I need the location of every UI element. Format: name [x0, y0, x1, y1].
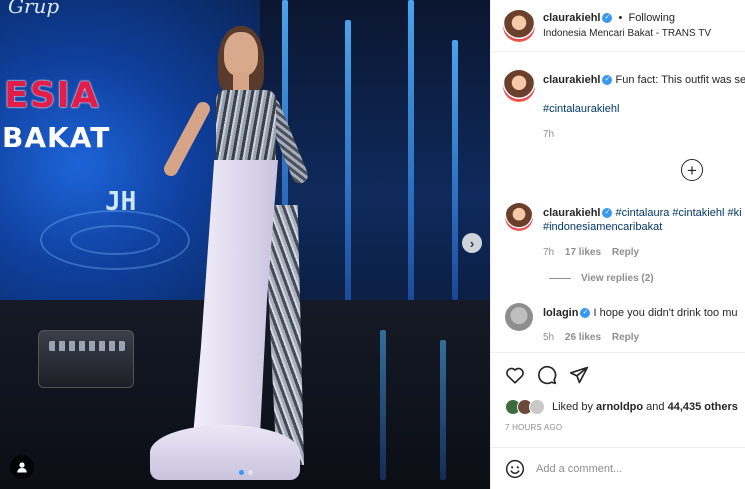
liked-by-avatars[interactable]	[505, 399, 549, 415]
model-figure	[150, 20, 360, 485]
comment-line: claurakiehl ✓ #cintalaura #cintakiehl #ki	[543, 207, 745, 219]
floor-reflection	[440, 340, 446, 480]
model-arm-left	[161, 99, 213, 179]
comment-composer	[491, 447, 745, 489]
liked-by-and: and	[646, 401, 665, 413]
liked-by-user[interactable]: arnoldpo	[596, 401, 643, 413]
avatar[interactable]	[505, 203, 533, 231]
liked-by-line: Liked by arnoldpo and 44,435 others	[552, 401, 745, 413]
model-head	[224, 32, 258, 76]
header-user-line: claurakiehl ✓ • Following	[543, 12, 675, 24]
stage-sign-line2: BAKAT	[2, 121, 111, 154]
view-replies-line	[549, 277, 571, 279]
plus-circle-icon[interactable]: +	[681, 159, 703, 181]
stage-sign-line1: ESIA	[4, 75, 100, 116]
verified-icon: ✓	[602, 208, 613, 219]
comment-username[interactable]: lolagin	[543, 307, 578, 319]
stage-spotlight	[38, 330, 134, 388]
comment-likes[interactable]: 26 likes	[565, 332, 601, 343]
view-replies-label[interactable]: View replies (2)	[581, 273, 654, 284]
caption-text: Fun fact: This outfit was se	[615, 74, 745, 86]
user-tag-icon[interactable]	[10, 455, 34, 479]
post-photo[interactable]: Grup ESIA BAKAT JH ›	[0, 0, 490, 489]
verified-icon: ✓	[602, 13, 613, 24]
following-button[interactable]: Following	[628, 12, 674, 24]
screen-ring	[70, 225, 160, 255]
caption-line: claurakiehl ✓ Fun fact: This outfit was s…	[543, 74, 745, 86]
model-neck	[233, 72, 249, 92]
comment-likes[interactable]: 17 likes	[565, 247, 601, 258]
carousel-dots	[239, 470, 253, 475]
comment-text[interactable]: #cintalaura #cintakiehl #ki	[616, 207, 742, 219]
comment-text-line2[interactable]: #indonesiamencaribakat	[543, 221, 745, 233]
comment-time: 5h	[543, 332, 555, 343]
header-location[interactable]: Indonesia Mencari Bakat - TRANS TV	[543, 28, 711, 39]
model-bodice	[216, 90, 276, 168]
share-icon[interactable]	[567, 363, 591, 387]
comment-input[interactable]	[536, 460, 736, 478]
comment-line: lolagin ✓ I hope you didn't drink too mu	[543, 307, 745, 319]
liked-by-prefix: Liked by	[552, 401, 593, 413]
action-bar: Liked by arnoldpo and 44,435 others 7 HO…	[491, 352, 745, 452]
post-side-panel: claurakiehl ✓ • Following Indonesia Menca…	[490, 0, 745, 489]
header-separator: •	[618, 12, 623, 24]
carousel-dot	[248, 470, 253, 475]
stage-sign-top: Grup	[8, 0, 60, 18]
post-timestamp[interactable]: 7 HOURS AGO	[505, 423, 705, 432]
comment-time: 7h	[543, 247, 555, 258]
header-username[interactable]: claurakiehl	[543, 12, 600, 24]
comment-text: I hope you didn't drink too mu	[593, 307, 738, 319]
comment-username[interactable]: claurakiehl	[543, 207, 600, 219]
verified-icon: ✓	[602, 75, 613, 86]
avatar[interactable]	[503, 70, 535, 102]
verified-icon: ✓	[580, 308, 591, 319]
floor-reflection	[380, 330, 386, 480]
caption-hashtag[interactable]: #cintalaurakiehl	[543, 103, 745, 115]
avatar[interactable]	[503, 10, 535, 42]
avatar[interactable]	[505, 303, 533, 331]
stage-logo-mark: JH	[105, 187, 137, 217]
liked-by-count[interactable]: 44,435 others	[668, 401, 738, 413]
view-replies-button[interactable]: View replies (2)	[549, 273, 745, 284]
chevron-right-icon[interactable]: ›	[462, 233, 482, 253]
carousel-dot	[239, 470, 244, 475]
comment-reply-button[interactable]: Reply	[612, 247, 639, 258]
post-header: claurakiehl ✓ • Following Indonesia Menca…	[491, 0, 745, 52]
emoji-icon[interactable]	[503, 457, 527, 481]
stage-light-bar	[452, 40, 458, 300]
comment-reply-button[interactable]: Reply	[612, 332, 639, 343]
model-train	[150, 425, 300, 480]
caption-time: 7h	[543, 129, 555, 140]
heart-icon[interactable]	[503, 363, 527, 387]
comment-meta: 7h 17 likes Reply	[543, 247, 745, 258]
comment-icon[interactable]	[535, 363, 559, 387]
comment-meta: 5h 26 likes Reply	[543, 332, 745, 343]
avatar	[529, 399, 545, 415]
caption-username[interactable]: claurakiehl	[543, 74, 600, 86]
stage-light-bar	[408, 0, 414, 310]
